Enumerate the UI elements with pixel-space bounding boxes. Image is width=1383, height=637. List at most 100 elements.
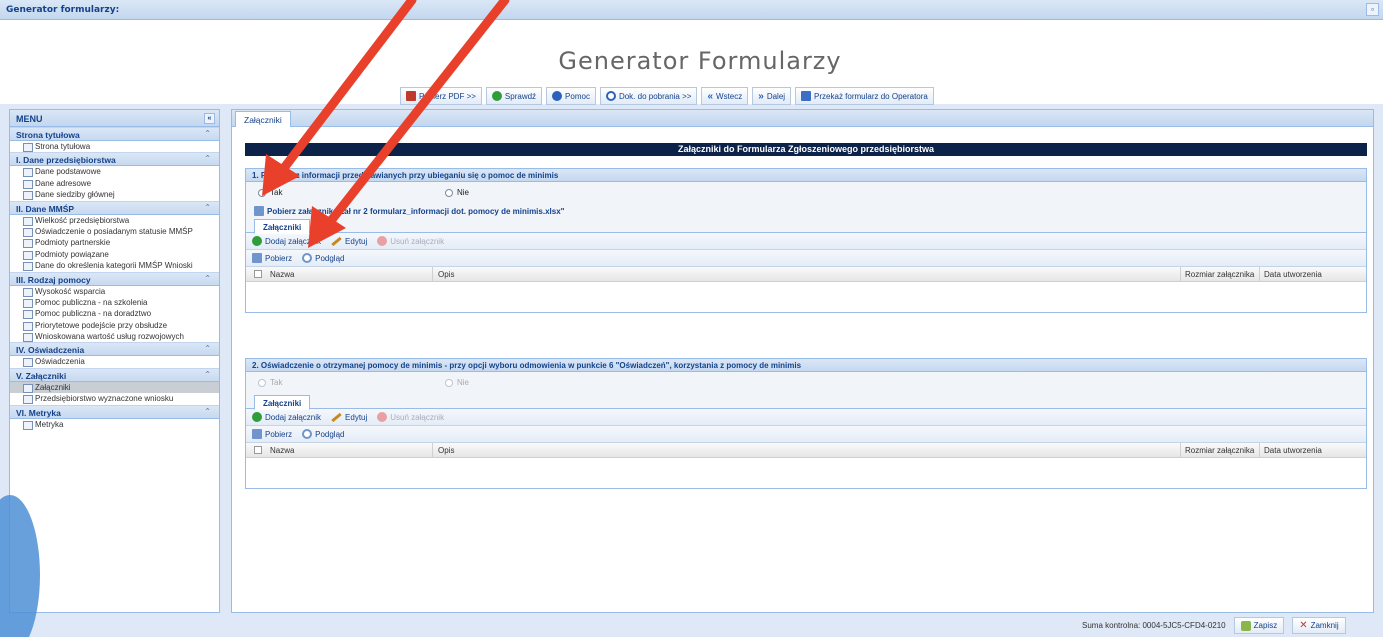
sidebar-menu: MENU « Strona tytułowa ⌃ Strona tytułowa I… xyxy=(9,109,220,613)
chevron-up-icon: ⌃ xyxy=(204,406,211,416)
tab-attachments-sub[interactable]: Załączniki xyxy=(254,395,311,410)
app-title: Generator Formularzy xyxy=(558,47,842,75)
attachments-grid-header: Nazwa Opis Rozmiar załącznika Data utwor… xyxy=(246,443,1366,458)
save-icon xyxy=(1240,620,1251,631)
check-icon xyxy=(491,91,502,101)
help-button[interactable]: Pomoc xyxy=(546,87,596,105)
menu-item[interactable]: Wielkość przedsiębiorstwa xyxy=(10,215,219,226)
menu-group-attachments[interactable]: V. Załączniki ⌃ xyxy=(10,367,219,382)
pdf-icon xyxy=(406,91,416,101)
collapse-icon[interactable]: « xyxy=(204,113,215,124)
send-icon xyxy=(801,91,812,101)
menu-group-mmsp[interactable]: II. Dane MMŚP ⌃ xyxy=(10,200,219,215)
chevron-up-icon: ⌃ xyxy=(204,273,211,283)
main-toolbar: Pobierz PDF >> Sprawdź Pomoc Dok. do pob… xyxy=(400,87,934,105)
add-attachment-button[interactable]: Dodaj załącznik xyxy=(252,236,321,246)
column-header[interactable]: Data utworzenia xyxy=(1264,270,1322,279)
menu-item[interactable]: Pomoc publiczna - na doradztwo xyxy=(10,308,219,320)
download-pdf-button[interactable]: Pobierz PDF >> xyxy=(400,87,482,105)
delete-attachment-button[interactable]: Usuń załącznik xyxy=(377,412,444,422)
back-icon: « xyxy=(707,90,714,102)
preview-button[interactable]: Podgląd xyxy=(302,429,344,439)
subtab-strip: Załączniki xyxy=(246,218,1366,234)
attachments-grid-body xyxy=(246,458,1366,488)
column-header[interactable]: Rozmiar załącznika xyxy=(1185,270,1254,279)
edit-button[interactable]: Edytuj xyxy=(331,412,367,422)
column-header[interactable]: Nazwa xyxy=(270,270,294,279)
menu-group-statements[interactable]: IV. Oświadczenia ⌃ xyxy=(10,342,219,357)
delete-icon xyxy=(377,412,388,422)
chevron-up-icon: ⌃ xyxy=(204,154,211,164)
column-header[interactable]: Opis xyxy=(438,446,454,455)
download-icon xyxy=(605,91,616,101)
window-titlebar: Generator formularzy: ▫ xyxy=(0,0,1383,20)
download-icon xyxy=(252,429,262,439)
page-banner: Załączniki do Formularza Zgłoszeniowego … xyxy=(245,143,1367,156)
download-icon xyxy=(254,206,264,216)
next-button[interactable]: » Dalej xyxy=(752,87,792,105)
menu-group-aid-type[interactable]: III. Rodzaj pomocy ⌃ xyxy=(10,271,219,286)
menu-item[interactable]: Wnioskowana wartość usług rozwojowych xyxy=(10,331,219,343)
radio-no[interactable]: Nie xyxy=(445,188,469,197)
radio-yes[interactable]: Tak xyxy=(258,378,282,387)
delete-icon xyxy=(377,236,388,246)
radio-yes[interactable]: Tak xyxy=(258,188,282,197)
edit-button[interactable]: Edytuj xyxy=(331,236,367,246)
send-to-operator-button[interactable]: Przekaż formularz do Operatora xyxy=(795,87,934,105)
menu-item[interactable]: Podmioty partnerskie xyxy=(10,237,219,249)
download-button[interactable]: Pobierz xyxy=(252,429,292,439)
download-icon xyxy=(252,253,262,263)
add-attachment-button[interactable]: Dodaj załącznik xyxy=(252,412,321,422)
add-icon xyxy=(252,236,262,246)
attachment-toolbar: Dodaj załącznik Edytuj Usuń załącznik xyxy=(246,409,1366,426)
select-all-checkbox[interactable] xyxy=(254,446,262,454)
menu-item[interactable]: Oświadczenia xyxy=(10,356,219,368)
download-template-link[interactable]: Pobierz załącznik "Zał nr 2 formularz_in… xyxy=(246,204,1366,218)
tab-attachments[interactable]: Załączniki xyxy=(235,111,291,127)
menu-group-metrics[interactable]: VI. Metryka ⌃ xyxy=(10,404,219,419)
menu-item[interactable]: Dane do określenia kategorii MMŚP Wniosk… xyxy=(10,260,219,272)
restore-icon[interactable]: ▫ xyxy=(1366,3,1379,16)
menu-group-company-data[interactable]: I. Dane przedsiębiorstwa ⌃ xyxy=(10,152,219,167)
close-button[interactable]: ✕ Zamknij xyxy=(1292,617,1346,634)
download-button[interactable]: Pobierz xyxy=(252,253,292,263)
select-all-checkbox[interactable] xyxy=(254,270,262,278)
column-header[interactable]: Rozmiar załącznika xyxy=(1185,446,1254,455)
menu-item[interactable]: Pomoc publiczna - na szkolenia xyxy=(10,297,219,309)
column-header[interactable]: Opis xyxy=(438,270,454,279)
menu-item[interactable]: Priorytetowe podejście przy obsłudze xyxy=(10,320,219,332)
menu-item[interactable]: Dane adresowe xyxy=(10,178,219,190)
chevron-up-icon: ⌃ xyxy=(204,369,211,379)
documents-download-button[interactable]: Dok. do pobrania >> xyxy=(599,87,698,105)
subtab-strip: Załączniki xyxy=(246,394,1366,410)
menu-item[interactable]: Przedsiębiorstwo wyznaczone wniosku xyxy=(10,393,219,405)
section-title: 2. Oświadczenie o otrzymanej pomocy de m… xyxy=(246,359,1366,372)
column-header[interactable]: Data utworzenia xyxy=(1264,446,1322,455)
app-header: Generator Formularzy Pobierz PDF >> Spra… xyxy=(0,20,1383,105)
menu-item[interactable]: Podmioty powiązane xyxy=(10,249,219,261)
menu-header: MENU « xyxy=(10,110,219,127)
menu-item[interactable]: Wysokość wsparcia xyxy=(10,286,219,297)
column-header[interactable]: Nazwa xyxy=(270,446,294,455)
save-button[interactable]: Zapisz xyxy=(1233,617,1285,634)
attachment-toolbar: Dodaj załącznik Edytuj Usuń załącznik xyxy=(246,233,1366,250)
preview-button[interactable]: Podgląd xyxy=(302,253,344,263)
check-button[interactable]: Sprawdź xyxy=(485,87,543,105)
delete-attachment-button[interactable]: Usuń załącznik xyxy=(377,236,444,246)
back-button[interactable]: «Wstecz xyxy=(701,87,749,105)
menu-item[interactable]: Metryka xyxy=(10,419,219,431)
menu-item-selected[interactable]: Załączniki xyxy=(10,381,219,394)
radio-group: Tak Nie xyxy=(246,182,1366,204)
radio-no[interactable]: Nie xyxy=(445,378,469,387)
next-icon: » xyxy=(758,90,764,102)
menu-item[interactable]: Dane podstawowe xyxy=(10,166,219,178)
menu-item[interactable]: Dane siedziby głównej xyxy=(10,189,219,201)
attachment-section-2: 2. Oświadczenie o otrzymanej pomocy de m… xyxy=(245,358,1367,489)
attachments-grid-body xyxy=(246,282,1366,312)
menu-item[interactable]: Oświadczenie o posiadanym statusie MMŚP xyxy=(10,226,219,238)
menu-item[interactable]: Strona tytułowa xyxy=(10,141,219,153)
help-icon xyxy=(552,91,563,101)
tab-attachments-sub[interactable]: Załączniki xyxy=(254,219,311,234)
attachment-section-1: 1. Formularz informacji przedstawianych … xyxy=(245,168,1367,313)
menu-group-title-page[interactable]: Strona tytułowa ⌃ xyxy=(10,127,219,141)
